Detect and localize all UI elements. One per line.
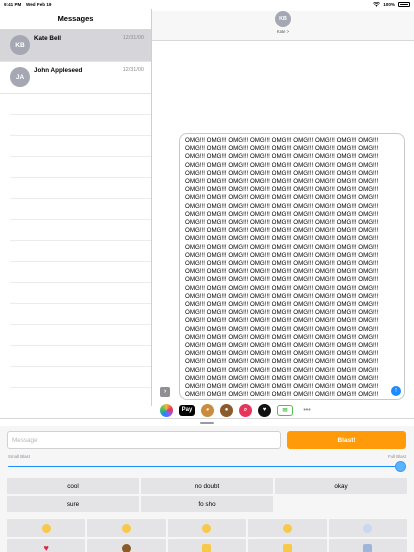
- flex-emoji-icon: [282, 543, 292, 552]
- battery-percent: 100%: [383, 2, 395, 7]
- list-separator: [10, 136, 151, 157]
- conversation-pane: KB Kate > › OMG!!! OMG!!! OMG!!! OMG!!! …: [152, 9, 414, 406]
- slider-max-label: Full Blast: [387, 454, 406, 459]
- memoji-app-icon[interactable]: ●: [220, 403, 233, 417]
- poop-emoji-icon: [122, 543, 132, 552]
- status-bar: 9:41 PM Wed Feb 19 100%: [0, 0, 414, 9]
- conversation-date: 12/31/00: [122, 35, 144, 41]
- list-separator: [10, 220, 151, 241]
- image-search-app-icon[interactable]: ⌕: [239, 403, 252, 417]
- arrow-up-icon[interactable]: ↑: [391, 386, 401, 396]
- status-time: 9:41 PM: [4, 2, 22, 7]
- blast-size-slider[interactable]: [8, 466, 400, 468]
- list-separator: [10, 241, 151, 262]
- list-separator: [10, 325, 151, 346]
- chip-no-doubt[interactable]: no doubt: [141, 478, 273, 494]
- status-date: Wed Feb 19: [26, 2, 52, 7]
- digital-touch-app-icon[interactable]: ♥: [258, 403, 271, 417]
- wink-kiss-emoji-icon: [202, 523, 212, 533]
- quick-reply-chips: cool no doubt okay sure fo sho: [7, 478, 407, 512]
- conversation-header[interactable]: KB Kate >: [152, 11, 414, 41]
- thumbs-up-emoji[interactable]: [167, 539, 247, 552]
- list-separator: [10, 178, 151, 199]
- list-separator: [10, 115, 151, 136]
- chip-fo-sho[interactable]: fo sho: [141, 496, 273, 512]
- emoji-grid: ♥: [7, 519, 407, 552]
- list-separator: [10, 157, 151, 178]
- blast-extension-app-icon[interactable]: ✉: [277, 404, 293, 416]
- compose-field[interactable]: OMG!!! OMG!!! OMG!!! OMG!!! OMG!!! OMG!!…: [179, 133, 405, 400]
- poop-emoji[interactable]: [87, 539, 166, 552]
- grabber-handle[interactable]: [200, 422, 214, 424]
- wink-kiss-emoji[interactable]: [167, 519, 247, 537]
- laugh-sweat-emoji-icon: [282, 523, 292, 533]
- fire-emoji-icon: [363, 543, 373, 552]
- avatar: JA: [10, 67, 30, 87]
- laugh-sweat-emoji[interactable]: [248, 519, 327, 537]
- compose-text[interactable]: OMG!!! OMG!!! OMG!!! OMG!!! OMG!!! OMG!!…: [185, 137, 386, 399]
- battery-icon: [398, 2, 410, 7]
- slider-min-label: Small Blast: [8, 454, 30, 459]
- chip-sure[interactable]: sure: [7, 496, 139, 512]
- slider-thumb[interactable]: [394, 461, 406, 472]
- chevron-right-icon[interactable]: ›: [160, 387, 170, 397]
- thumbs-up-emoji-icon: [202, 543, 212, 552]
- flex-emoji[interactable]: [248, 539, 327, 552]
- list-separator: [10, 199, 151, 220]
- heart-emoji-icon: ♥: [43, 543, 49, 552]
- chip-okay[interactable]: okay: [275, 478, 407, 494]
- wifi-icon: [373, 2, 381, 7]
- blast-button[interactable]: Blast!: [287, 431, 406, 449]
- scream-emoji[interactable]: [328, 519, 407, 537]
- sidebar-title: Messages: [0, 9, 151, 30]
- list-separator: [10, 94, 151, 115]
- monkey-emoji-app-icon[interactable]: ◕: [201, 403, 214, 417]
- apple-pay-label: Pay: [181, 407, 193, 413]
- list-separator: [10, 283, 151, 304]
- list-separator: [10, 346, 151, 367]
- more-apps-icon[interactable]: •••: [299, 405, 315, 416]
- conversation-date: 12/31/00: [122, 67, 144, 73]
- scream-emoji-icon: [363, 523, 373, 533]
- blast-extension: Blast! Small Blast Full Blast cool no do…: [0, 426, 414, 552]
- header-avatar[interactable]: KB: [275, 11, 291, 27]
- list-separator: [10, 262, 151, 283]
- list-separator: [10, 367, 151, 388]
- joy-emoji-icon: [41, 523, 51, 533]
- avatar: KB: [10, 35, 30, 55]
- conversation-list: Messages KB Kate Bell 12/31/00 JA John A…: [0, 9, 152, 406]
- apple-pay-app-icon[interactable]: Pay: [179, 404, 195, 416]
- list-separator: [10, 304, 151, 325]
- smirk-emoji-icon: [122, 523, 132, 533]
- status-indicators: 100%: [373, 2, 410, 7]
- joy-emoji[interactable]: [7, 519, 86, 537]
- app-drawer: Pay ◕ ● ⌕ ♥ ✉ •••: [152, 402, 414, 418]
- extension-divider: [0, 418, 414, 426]
- conversation-item-kate-bell[interactable]: KB Kate Bell 12/31/00: [0, 30, 151, 62]
- heart-emoji[interactable]: ♥: [7, 539, 86, 552]
- conversation-name: John Appleseed: [34, 67, 83, 74]
- header-contact-name[interactable]: Kate >: [152, 29, 414, 34]
- smirk-emoji[interactable]: [87, 519, 166, 537]
- photos-app-icon[interactable]: [160, 403, 173, 417]
- message-input[interactable]: [7, 431, 281, 449]
- fire-emoji[interactable]: [328, 539, 407, 552]
- conversation-item-john-appleseed[interactable]: JA John Appleseed 12/31/00: [0, 62, 151, 94]
- conversation-name: Kate Bell: [34, 35, 61, 42]
- chip-cool[interactable]: cool: [7, 478, 139, 494]
